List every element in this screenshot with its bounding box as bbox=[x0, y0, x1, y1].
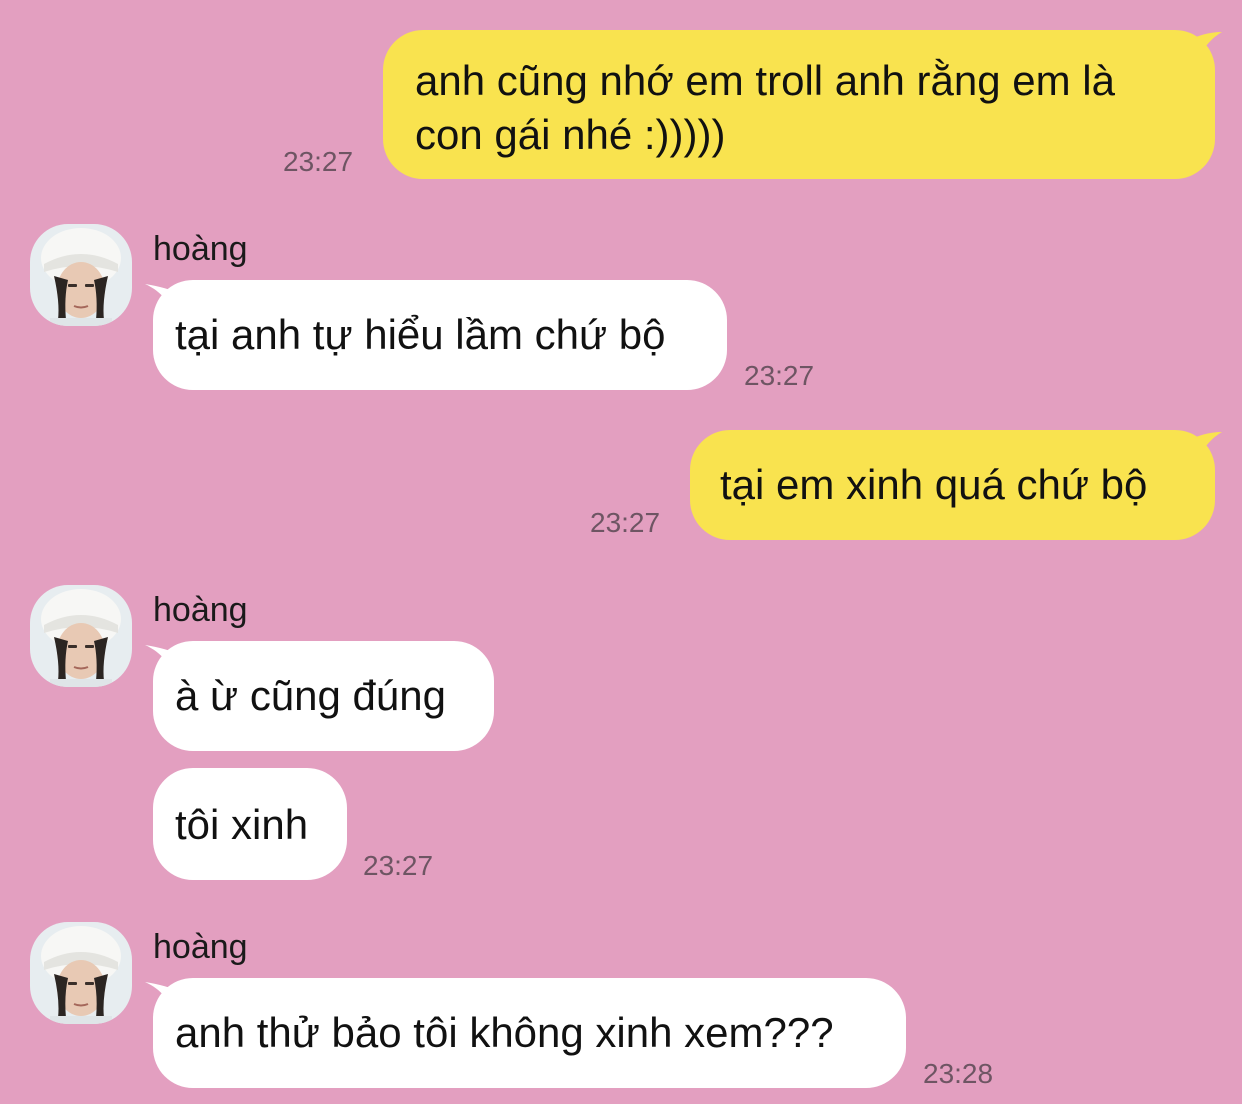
message-timestamp: 23:28 bbox=[923, 1058, 994, 1089]
profile-photo-icon bbox=[30, 224, 132, 326]
message-text: tại em xinh quá chứ bộ bbox=[720, 461, 1148, 508]
message-bubble-outgoing[interactable]: tại em xinh quá chứ bộ bbox=[690, 430, 1215, 540]
chat-view: anh cũng nhớ em troll anh rằng em là con… bbox=[0, 0, 1242, 1104]
sender-name: hoàng bbox=[153, 928, 248, 966]
message-timestamp: 23:27 bbox=[283, 146, 354, 177]
message-text: tại anh tự hiểu lầm chứ bộ bbox=[175, 311, 666, 358]
avatar[interactable] bbox=[30, 922, 132, 1024]
message-timestamp: 23:27 bbox=[590, 507, 661, 538]
message-timestamp: 23:27 bbox=[744, 360, 815, 391]
message-bubble-incoming[interactable]: tại anh tự hiểu lầm chứ bộ bbox=[153, 280, 727, 390]
message-bubble-incoming[interactable]: tôi xinh bbox=[153, 768, 347, 880]
sender-name: hoàng bbox=[153, 230, 248, 268]
sender-name: hoàng bbox=[153, 591, 248, 629]
message-text: anh cũng nhớ em troll anh rằng em là bbox=[415, 57, 1115, 104]
profile-photo-icon bbox=[30, 585, 132, 687]
message-text: anh thử bảo tôi không xinh xem??? bbox=[175, 1009, 834, 1056]
message-bubble-outgoing[interactable]: anh cũng nhớ em troll anh rằng em là con… bbox=[383, 30, 1215, 179]
message-bubble-incoming[interactable]: à ừ cũng đúng bbox=[153, 641, 494, 751]
avatar[interactable] bbox=[30, 224, 132, 326]
message-timestamp: 23:27 bbox=[363, 850, 434, 881]
profile-photo-icon bbox=[30, 922, 132, 1024]
message-bubble-incoming[interactable]: anh thử bảo tôi không xinh xem??? bbox=[153, 978, 906, 1088]
message-text: tôi xinh bbox=[175, 801, 309, 848]
message-text: à ừ cũng đúng bbox=[175, 672, 446, 719]
avatar[interactable] bbox=[30, 585, 132, 687]
message-text: con gái nhé :))))) bbox=[415, 111, 726, 158]
